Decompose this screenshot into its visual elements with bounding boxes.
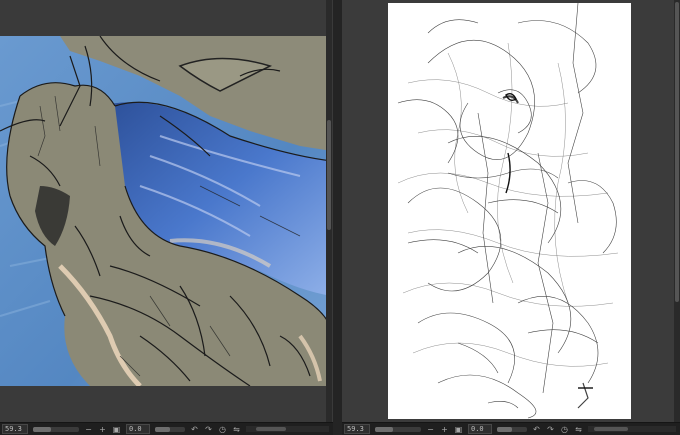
plus-icon[interactable]: +: [98, 425, 107, 434]
left-zoom-field[interactable]: 59.3: [2, 424, 28, 434]
reset-rotation-icon[interactable]: ◷: [560, 425, 569, 434]
right-rotation-slider-fill: [497, 426, 512, 432]
canvas-pane-right[interactable]: 59.3 − + ▣ 0.0 ↶ ↷ ◷ ⇋: [342, 0, 680, 435]
rotate-right-icon[interactable]: ↷: [546, 425, 555, 434]
plus-icon[interactable]: +: [440, 425, 449, 434]
left-zoom-slider[interactable]: [33, 426, 79, 432]
left-rotation-slider-fill: [155, 426, 170, 432]
left-horizontal-scroll-thumb[interactable]: [256, 427, 286, 431]
right-zoom-slider[interactable]: [375, 426, 421, 432]
rough-sketch-artwork: [388, 2, 631, 419]
left-vertical-scroll-thumb[interactable]: [327, 120, 331, 230]
left-horizontal-scrollbar[interactable]: [246, 426, 329, 432]
left-vertical-scrollbar[interactable]: [326, 0, 332, 422]
left-rotation-slider[interactable]: [155, 426, 185, 432]
minus-icon[interactable]: −: [84, 425, 93, 434]
right-zoom-field[interactable]: 59.3: [344, 424, 370, 434]
colored-sketch-artwork: [0, 35, 333, 388]
fit-screen-icon[interactable]: ▣: [112, 425, 121, 434]
rotate-left-icon[interactable]: ↶: [190, 425, 199, 434]
right-zoom-slider-fill: [375, 426, 394, 432]
flip-horizontal-icon[interactable]: ⇋: [232, 425, 241, 434]
fit-screen-icon[interactable]: ▣: [454, 425, 463, 434]
rotate-right-icon[interactable]: ↷: [204, 425, 213, 434]
pane-divider[interactable]: [333, 0, 342, 435]
right-vertical-scroll-thumb[interactable]: [675, 2, 679, 302]
reset-rotation-icon[interactable]: ◷: [218, 425, 227, 434]
right-navigator-statusbar: 59.3 − + ▣ 0.0 ↶ ↷ ◷ ⇋: [342, 422, 680, 435]
right-horizontal-scrollbar[interactable]: [588, 426, 676, 432]
right-vertical-scrollbar[interactable]: [674, 0, 680, 422]
left-zoom-slider-fill: [33, 426, 52, 432]
canvas-paper[interactable]: [388, 2, 631, 419]
minus-icon[interactable]: −: [426, 425, 435, 434]
canvas-pane-left[interactable]: 59.3 − + ▣ 0.0 ↶ ↷ ◷ ⇋: [0, 0, 333, 435]
app-window: 59.3 − + ▣ 0.0 ↶ ↷ ◷ ⇋ 59.3 − + ▣ 0.0 ↶ …: [0, 0, 680, 435]
flip-horizontal-icon[interactable]: ⇋: [574, 425, 583, 434]
canvas-painting[interactable]: [0, 35, 333, 388]
right-horizontal-scroll-thumb[interactable]: [594, 427, 628, 431]
left-angle-field[interactable]: 0.0: [126, 424, 150, 434]
rotate-left-icon[interactable]: ↶: [532, 425, 541, 434]
left-navigator-statusbar: 59.3 − + ▣ 0.0 ↶ ↷ ◷ ⇋: [0, 422, 333, 435]
right-angle-field[interactable]: 0.0: [468, 424, 492, 434]
right-rotation-slider[interactable]: [497, 426, 527, 432]
